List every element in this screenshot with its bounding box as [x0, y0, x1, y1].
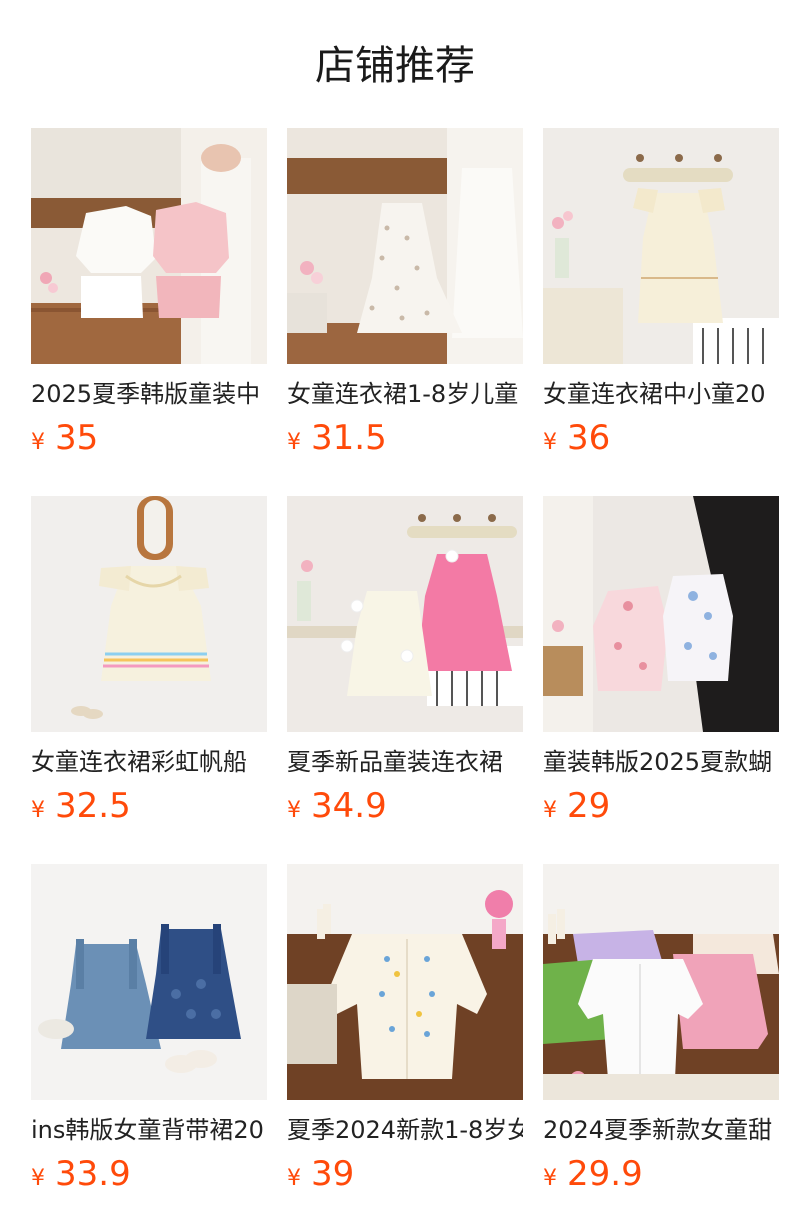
- product-image[interactable]: [287, 128, 523, 364]
- currency-symbol: ¥: [543, 1166, 557, 1191]
- product-image[interactable]: [31, 864, 267, 1100]
- product-card[interactable]: 夏季2024新款1-8岁女 ¥39: [287, 864, 523, 1200]
- currency-symbol: ¥: [31, 798, 45, 823]
- price-value: 34.9: [311, 786, 387, 826]
- product-card[interactable]: 2025夏季韩版童装中 ¥35: [31, 128, 267, 464]
- price-value: 29.9: [567, 1154, 643, 1194]
- product-price: ¥29.9: [543, 1154, 779, 1194]
- store-recommendations-page: 店铺推荐 2025夏季韩版童装中 ¥ 35 女童连衣裙1-8岁儿童 ¥ 31.5…: [0, 0, 790, 1232]
- currency-symbol: ¥: [31, 1166, 45, 1191]
- product-image[interactable]: [287, 496, 523, 732]
- product-card[interactable]: 女童连衣裙中小童20 ¥36: [543, 128, 779, 464]
- product-price: ¥36: [543, 418, 779, 458]
- product-price: ¥39: [287, 1154, 523, 1194]
- product-name[interactable]: 女童连衣裙1-8岁儿童: [287, 378, 523, 410]
- price-value: 35: [55, 418, 99, 458]
- product-price: ¥31.5: [287, 418, 523, 458]
- currency-symbol: ¥: [287, 798, 301, 823]
- product-image[interactable]: [543, 864, 779, 1100]
- product-name[interactable]: 夏季新品童装连衣裙: [287, 746, 523, 778]
- product-card[interactable]: ins韩版女童背带裙20 ¥33.9: [31, 864, 267, 1200]
- product-card[interactable]: 夏季新品童装连衣裙 ¥34.9: [287, 496, 523, 832]
- currency-symbol: ¥: [543, 430, 557, 455]
- product-price: ¥34.9: [287, 786, 523, 826]
- product-price: ¥29: [543, 786, 779, 826]
- product-name[interactable]: 女童连衣裙中小童20: [543, 378, 779, 410]
- currency-symbol: ¥: [287, 1166, 301, 1191]
- product-grid: 2025夏季韩版童装中 ¥35 女童连衣裙1-8岁儿童 ¥ 31.5 女童连衣裙…: [31, 128, 779, 1200]
- product-card[interactable]: 2024夏季新款女童甜 ¥29.9: [543, 864, 779, 1200]
- price-value: 31.5: [311, 418, 387, 458]
- product-name[interactable]: 童装韩版2025夏款蝴: [543, 746, 779, 778]
- section-title: 店铺推荐: [315, 43, 475, 89]
- product-image[interactable]: [31, 128, 267, 364]
- price-value: 36: [567, 418, 611, 458]
- product-image[interactable]: [543, 128, 779, 364]
- price-value: 32.5: [55, 786, 131, 826]
- product-price: ¥35: [31, 418, 267, 458]
- price-value: 33.9: [55, 1154, 131, 1194]
- currency-symbol: ¥: [287, 430, 301, 455]
- product-image[interactable]: [31, 496, 267, 732]
- product-card[interactable]: 童装韩版2025夏款蝴 ¥29: [543, 496, 779, 832]
- currency-symbol: ¥: [543, 798, 557, 823]
- product-name[interactable]: ins韩版女童背带裙20: [31, 1114, 267, 1146]
- product-name[interactable]: 2025夏季韩版童装中: [31, 378, 267, 410]
- product-card[interactable]: 女童连衣裙彩虹帆船 ¥32.5: [31, 496, 267, 832]
- product-card[interactable]: 女童连衣裙1-8岁儿童 ¥31.5: [287, 128, 523, 464]
- product-name[interactable]: 2024夏季新款女童甜: [543, 1114, 779, 1146]
- product-name[interactable]: 女童连衣裙彩虹帆船: [31, 746, 267, 778]
- product-image[interactable]: [287, 864, 523, 1100]
- product-name[interactable]: 夏季2024新款1-8岁女: [287, 1114, 523, 1146]
- price-value: 29: [567, 786, 611, 826]
- currency-symbol: ¥: [31, 430, 45, 455]
- product-image[interactable]: [543, 496, 779, 732]
- product-price: ¥32.5: [31, 786, 267, 826]
- price-value: 39: [311, 1154, 355, 1194]
- product-price: ¥33.9: [31, 1154, 267, 1194]
